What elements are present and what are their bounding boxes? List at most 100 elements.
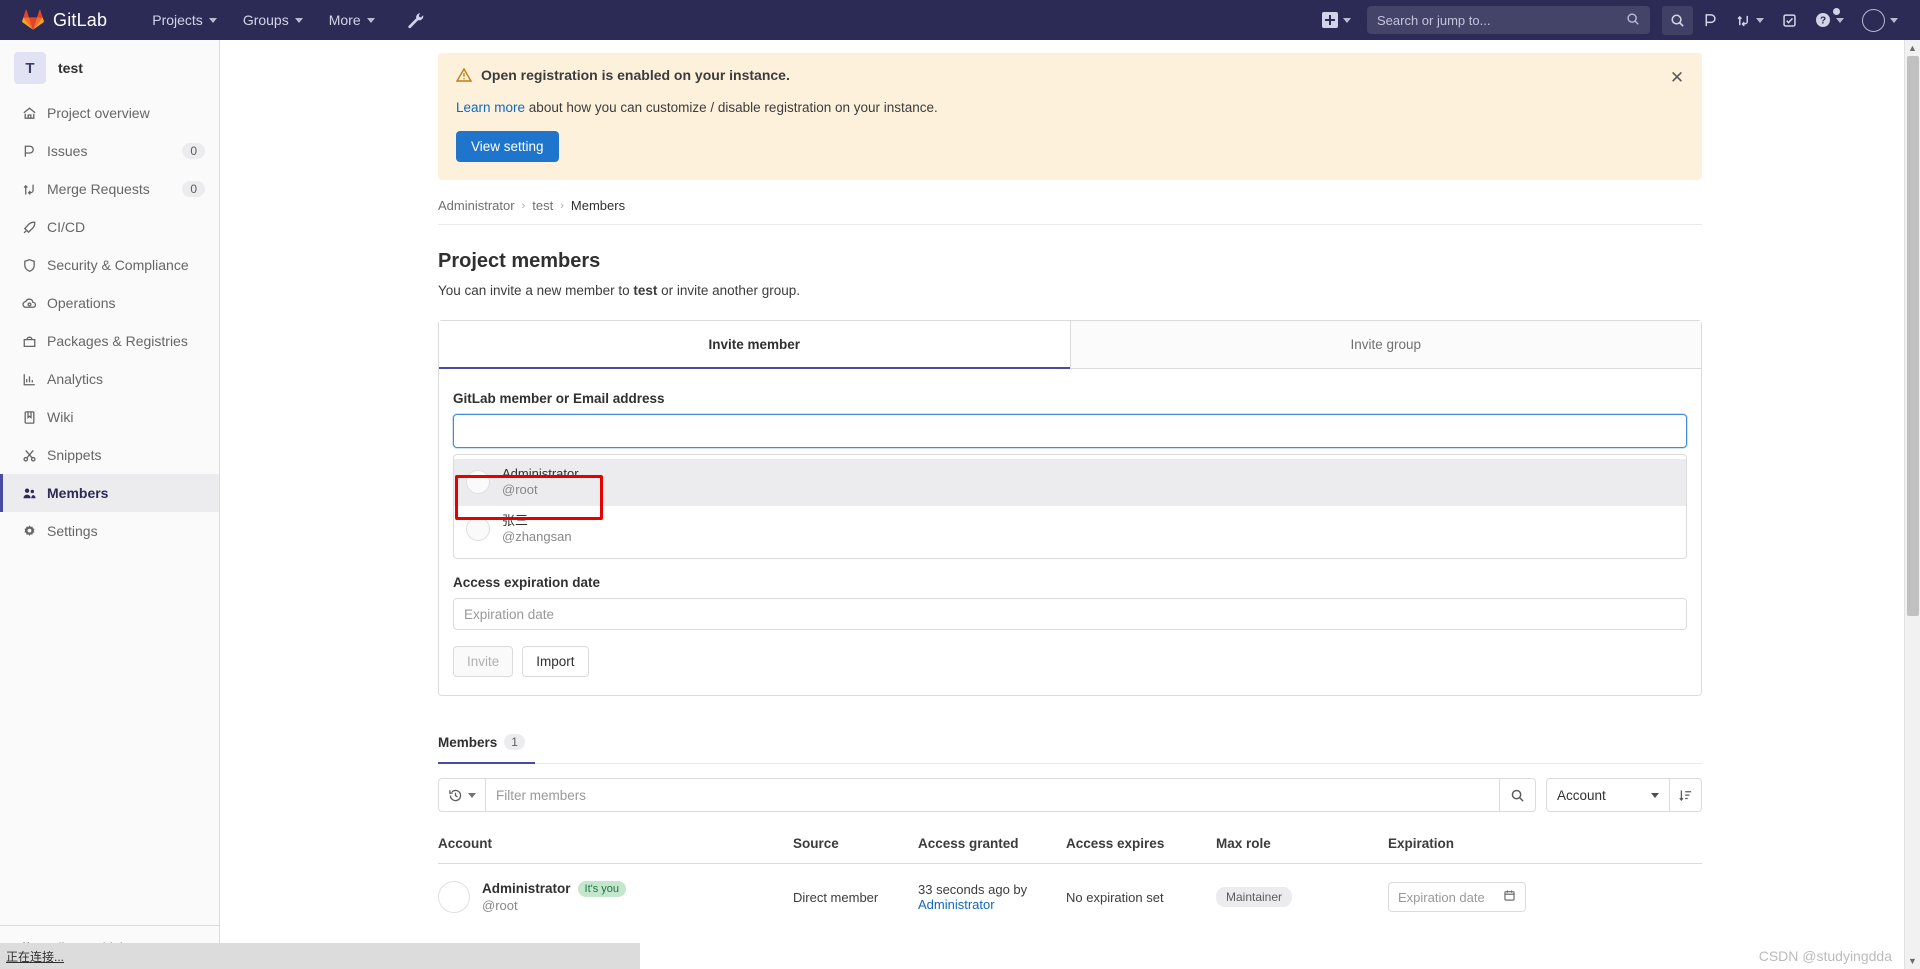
sidebar-item-packages-registries[interactable]: Packages & Registries: [0, 322, 219, 360]
sidebar-item-project-overview[interactable]: Project overview: [0, 94, 219, 132]
merge-requests-button[interactable]: [1728, 6, 1772, 35]
members-table-body: Administrator It's you @root Direct memb…: [438, 864, 1702, 931]
suggestion-item-administrator[interactable]: Administrator @root: [454, 459, 1686, 506]
sidebar-item-members[interactable]: Members: [0, 474, 219, 512]
global-search-placeholder: Search or jump to...: [1377, 12, 1491, 28]
top-nav-links: Projects Groups More: [141, 4, 430, 36]
admin-area-button[interactable]: [400, 5, 431, 36]
gitlab-tanuki-icon: [22, 9, 44, 30]
sort-direction-button[interactable]: [1669, 779, 1701, 811]
topnav-projects[interactable]: Projects: [141, 4, 228, 36]
package-icon: [21, 333, 37, 349]
global-search-input[interactable]: Search or jump to...: [1367, 6, 1650, 34]
topnav-groups-label: Groups: [242, 12, 289, 28]
scroll-down-arrow-icon[interactable]: ▼: [1905, 953, 1920, 969]
sidebar-item-snippets[interactable]: Snippets: [0, 436, 219, 474]
filter-history-button[interactable]: [439, 779, 486, 811]
search-icon: [1671, 13, 1684, 27]
invite-card: Invite member Invite group GitLab member…: [438, 320, 1702, 696]
sidebar-project-header[interactable]: T test: [0, 40, 219, 94]
page-subtitle-after: or invite another group.: [657, 283, 800, 298]
status-bar-text: 正在连接...: [6, 949, 65, 964]
col-access-expires: Access expires: [1066, 826, 1216, 864]
account-name-row: Administrator It's you: [482, 880, 627, 898]
sidebar-item-security-compliance[interactable]: Security & Compliance: [0, 246, 219, 284]
vertical-scrollbar[interactable]: ▲ ▼: [1904, 40, 1920, 969]
breadcrumb-separator: ›: [521, 199, 526, 212]
account-cell-content: Administrator It's you @root: [438, 880, 785, 914]
sidebar-label: Project overview: [47, 105, 150, 121]
tab-invite-member[interactable]: Invite member: [439, 321, 1070, 369]
topnav-groups[interactable]: Groups: [232, 4, 314, 36]
issues-icon: [1705, 13, 1716, 26]
gitlab-logo-link[interactable]: GitLab: [0, 9, 107, 31]
page-title: Project members: [438, 250, 601, 272]
alert-title-row: Open registration is enabled on your ins…: [455, 67, 1684, 86]
import-button[interactable]: Import: [522, 646, 589, 677]
avatar: [438, 881, 470, 914]
alert-learn-more-link[interactable]: Learn more: [456, 100, 525, 115]
row-expiration-date-input[interactable]: Expiration date: [1388, 882, 1526, 913]
new-item-button[interactable]: [1314, 5, 1359, 35]
topnav-more[interactable]: More: [318, 4, 386, 36]
sidebar-item-issues[interactable]: Issues 0: [0, 132, 219, 170]
cell-account: Administrator It's you @root: [438, 864, 793, 931]
sidebar-item-merge-requests[interactable]: Merge Requests 0: [0, 170, 219, 208]
scroll-up-arrow-icon[interactable]: ▲: [1905, 40, 1920, 56]
suggestion-item-zhangsan[interactable]: 张三 @zhangsan: [454, 506, 1686, 553]
filter-search-button[interactable]: [1499, 779, 1535, 811]
help-button[interactable]: ?: [1807, 5, 1852, 35]
breadcrumb-item-test[interactable]: test: [532, 198, 553, 213]
member-search-input[interactable]: [453, 414, 1687, 448]
sidebar-item-settings[interactable]: Settings: [0, 512, 219, 550]
breadcrumb-item-members: Members: [570, 198, 626, 213]
watermark: CSDN @studyingdda: [1758, 948, 1892, 964]
project-sidebar: T test Project overview Issues 0 Merge R…: [0, 40, 220, 969]
breadcrumb-item-administrator[interactable]: Administrator: [438, 198, 515, 213]
access-granted-by-link[interactable]: Administrator: [918, 897, 995, 912]
access-expiration-label: Access expiration date: [453, 575, 601, 590]
sidebar-label: Snippets: [47, 447, 102, 463]
sidebar-item-operations[interactable]: Operations: [0, 284, 219, 322]
scrollbar-thumb[interactable]: [1907, 56, 1919, 616]
sort-group: Account: [1546, 778, 1702, 812]
cell-source: Direct member: [793, 889, 879, 905]
sidebar-label: Members: [47, 485, 109, 501]
access-expiration-input[interactable]: [453, 598, 1687, 630]
cell-max-role: Maintainer: [1216, 864, 1388, 931]
max-role-badge: Maintainer: [1216, 887, 1293, 908]
sidebar-item-cicd[interactable]: CI/CD: [0, 208, 219, 246]
sidebar-item-wiki[interactable]: Wiki: [0, 398, 219, 436]
invite-button[interactable]: Invite: [453, 646, 514, 677]
issues-icon: [21, 143, 37, 159]
filter-members-input[interactable]: [486, 779, 1499, 811]
sort-field-select[interactable]: Account: [1547, 779, 1669, 811]
cell-access-granted: 33 seconds ago by Administrator: [918, 864, 1066, 931]
status-badge: It's you: [577, 880, 627, 897]
alert-body: Learn more about how you can customize /…: [456, 100, 1684, 115]
history-icon: [449, 789, 462, 801]
tab-invite-group[interactable]: Invite group: [1069, 321, 1701, 369]
todos-button[interactable]: [1774, 6, 1805, 35]
book-icon: [21, 409, 37, 425]
view-setting-button[interactable]: View setting: [456, 131, 559, 162]
notification-dot-icon: [1833, 8, 1840, 15]
sidebar-label: Operations: [47, 295, 116, 311]
cell-expiration: Expiration date: [1388, 864, 1702, 931]
sidebar-item-analytics[interactable]: Analytics: [0, 360, 219, 398]
account-handle: @root: [482, 897, 518, 913]
avatar: [466, 470, 490, 495]
user-menu-button[interactable]: [1854, 2, 1906, 39]
search-button[interactable]: [1662, 5, 1693, 35]
tab-members[interactable]: Members 1: [438, 724, 535, 764]
shield-icon: [21, 257, 37, 273]
close-icon[interactable]: ✕: [1666, 66, 1688, 88]
sidebar-label: Wiki: [47, 409, 74, 425]
issues-button[interactable]: [1695, 6, 1726, 35]
access-granted-text: 33 seconds ago by: [918, 882, 1028, 898]
col-access-granted: Access granted: [918, 826, 1066, 864]
alert-body-rest: about how you can customize / disable re…: [525, 100, 938, 115]
chevron-down-icon: [294, 17, 303, 23]
project-name-label: test: [58, 60, 83, 76]
topnav-projects-label: Projects: [152, 12, 203, 28]
